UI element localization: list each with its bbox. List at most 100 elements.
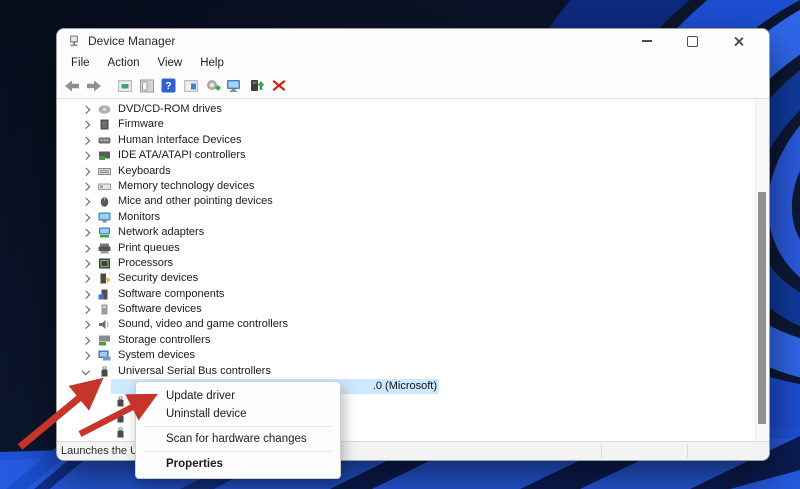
chevron-glyph	[82, 106, 90, 114]
tree-item-label: Software devices	[118, 303, 202, 315]
tree-item-firmware[interactable]: Firmware	[57, 117, 756, 132]
back-icon[interactable]	[61, 76, 82, 96]
context-menu-item-properties[interactable]: Properties	[136, 455, 340, 473]
device-manager-app-icon	[67, 35, 81, 48]
chevron-right-icon[interactable]	[82, 168, 90, 176]
tree-item-keyboards[interactable]: Keyboards	[57, 164, 756, 179]
tree-item-software-components[interactable]: Software components	[57, 287, 756, 302]
window-title: Device Manager	[88, 34, 175, 48]
tree-item-label: Universal Serial Bus controllers	[118, 365, 271, 377]
chevron-right-icon[interactable]	[82, 260, 90, 268]
chevron-glyph	[82, 352, 90, 360]
console-tree-icon[interactable]	[114, 76, 135, 96]
computer-icon[interactable]	[224, 76, 245, 96]
tree-item-print-queues[interactable]: Print queues	[57, 241, 756, 256]
vertical-scrollbar[interactable]	[755, 99, 769, 442]
security-icon	[98, 273, 111, 284]
maximize-icon	[687, 36, 698, 47]
title-bar[interactable]: Device Manager	[57, 29, 769, 53]
storage-icon	[98, 335, 111, 346]
close-button[interactable]	[732, 35, 745, 48]
tree-item-label: DVD/CD-ROM drives	[118, 103, 222, 115]
context-menu-separator	[145, 426, 331, 427]
software-device-icon	[98, 304, 111, 315]
scan-hardware-icon[interactable]	[202, 76, 223, 96]
chevron-right-icon[interactable]	[82, 275, 90, 283]
tree-item-human-interface-devices[interactable]: Human Interface Devices	[57, 133, 756, 148]
ide-controller-icon	[98, 150, 111, 161]
chevron-glyph	[82, 121, 90, 129]
tree-item-security-devices[interactable]: Security devices	[57, 271, 756, 286]
menu-help[interactable]: Help	[192, 55, 234, 71]
status-bar-divider	[601, 444, 602, 458]
tree-item-label: Network adapters	[118, 226, 204, 238]
export-list-icon[interactable]	[136, 76, 157, 96]
tree-item-memory-technology-devices[interactable]: Memory technology devices	[57, 179, 756, 194]
chevron-glyph	[82, 337, 90, 345]
tree-item-storage-controllers[interactable]: Storage controllers	[57, 333, 756, 348]
tree-item-dvd-cd-rom-drives[interactable]: DVD/CD-ROM drives	[57, 102, 756, 117]
svg-text:?: ?	[165, 80, 171, 92]
chevron-glyph	[82, 291, 90, 299]
tree-item-label: Sound, video and game controllers	[118, 318, 288, 330]
tree-item-label: Security devices	[118, 272, 198, 284]
tree-item-network-adapters[interactable]: Network adapters	[57, 225, 756, 240]
properties-icon[interactable]	[180, 76, 201, 96]
tree-item-system-devices[interactable]: System devices	[57, 348, 756, 363]
selected-device-visible-label: .0 (Microsoft)	[373, 380, 437, 392]
scrollbar-thumb[interactable]	[758, 192, 766, 424]
chevron-right-icon[interactable]	[82, 214, 90, 222]
tree-item-monitors[interactable]: Monitors	[57, 210, 756, 225]
chevron-right-icon[interactable]	[82, 137, 90, 145]
tree-item-label: Memory technology devices	[118, 180, 254, 192]
processor-icon	[98, 258, 111, 269]
tree-item-label: System devices	[118, 349, 195, 361]
update-driver-icon[interactable]	[246, 76, 267, 96]
context-menu-item-scan-for-hardware-changes[interactable]: Scan for hardware changes	[136, 430, 340, 448]
memory-icon	[98, 181, 111, 192]
software-component-icon	[98, 289, 111, 300]
tree-item-label: Monitors	[118, 211, 160, 223]
sound-icon	[98, 319, 111, 330]
uninstall-device-icon[interactable]	[268, 76, 289, 96]
chevron-right-icon[interactable]	[82, 106, 90, 114]
chevron-right-icon[interactable]	[82, 245, 90, 253]
maximize-button[interactable]	[686, 35, 699, 48]
chevron-glyph	[82, 214, 90, 222]
menu-bar: File Action View Help	[57, 53, 769, 73]
tree-item-label: Print queues	[118, 242, 180, 254]
chevron-right-icon[interactable]	[82, 352, 90, 360]
tree-item-processors[interactable]: Processors	[57, 256, 756, 271]
menu-action[interactable]: Action	[100, 55, 150, 71]
system-icon	[98, 350, 111, 361]
chevron-right-icon[interactable]	[82, 152, 90, 160]
menu-view[interactable]: View	[150, 55, 193, 71]
chevron-glyph	[82, 321, 90, 329]
chevron-glyph	[82, 152, 90, 160]
help-icon[interactable]: ?	[158, 76, 179, 96]
chevron-right-icon[interactable]	[82, 306, 90, 314]
tree-item-universal-serial-bus-controllers[interactable]: Universal Serial Bus controllers	[57, 364, 756, 379]
tree-item-mice-and-other-pointing-devices[interactable]: Mice and other pointing devices	[57, 194, 756, 209]
minimize-icon	[642, 40, 652, 42]
chevron-right-icon[interactable]	[82, 198, 90, 206]
chevron-down-icon[interactable]	[82, 368, 90, 376]
chevron-right-icon[interactable]	[82, 183, 90, 191]
chevron-right-icon[interactable]	[82, 291, 90, 299]
chevron-glyph	[82, 183, 90, 191]
menu-file[interactable]: File	[63, 55, 100, 71]
chevron-right-icon[interactable]	[82, 337, 90, 345]
tree-item-ide-ata-atapi-controllers[interactable]: IDE ATA/ATAPI controllers	[57, 148, 756, 163]
network-adapter-icon	[98, 227, 111, 238]
tree-item-sound-video-and-game-controllers[interactable]: Sound, video and game controllers	[57, 317, 756, 332]
context-menu-item-update-driver[interactable]: Update driver	[136, 387, 340, 405]
mouse-icon	[98, 196, 111, 207]
forward-icon[interactable]	[83, 76, 104, 96]
chevron-right-icon[interactable]	[82, 121, 90, 129]
minimize-button[interactable]	[640, 35, 653, 48]
chevron-right-icon[interactable]	[82, 321, 90, 329]
tree-item-software-devices[interactable]: Software devices	[57, 302, 756, 317]
context-menu-item-uninstall-device[interactable]: Uninstall device	[136, 405, 340, 423]
tree-item-label: IDE ATA/ATAPI controllers	[118, 149, 246, 161]
chevron-right-icon[interactable]	[82, 229, 90, 237]
